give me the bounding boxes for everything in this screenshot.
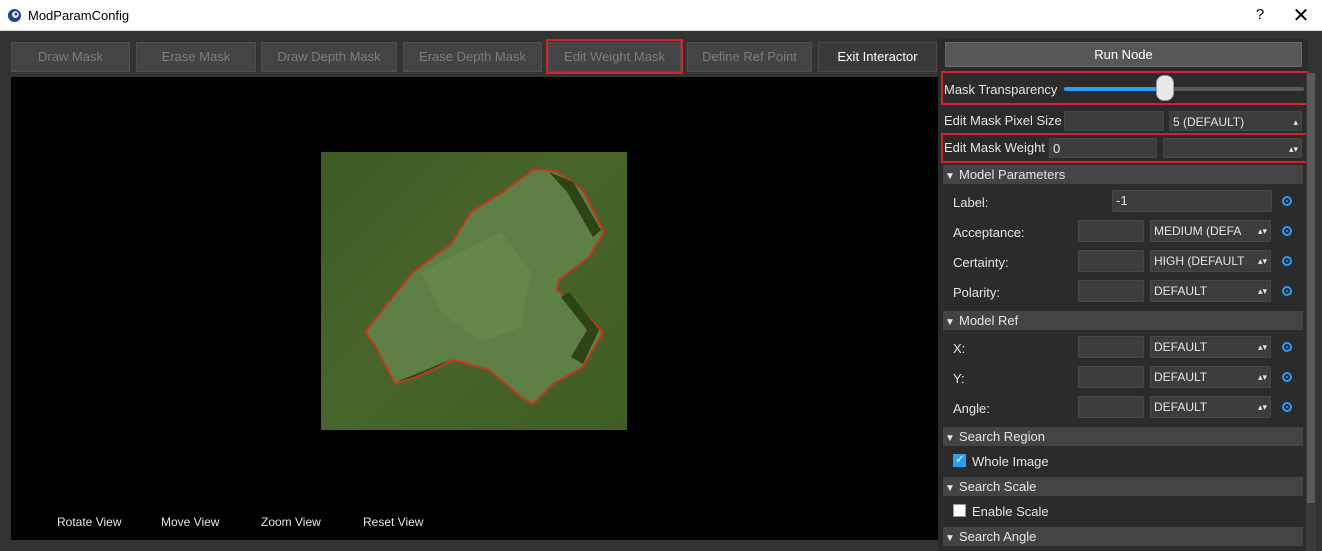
app-logo-icon [7, 8, 22, 23]
zoom-view-button[interactable]: Zoom View [261, 515, 321, 529]
triangle-down-icon: ▼ [945, 317, 955, 328]
enable-scale-label: Enable Scale [972, 504, 1049, 519]
section-title: Search Region [959, 429, 1045, 444]
label-param-input[interactable]: -1 [1112, 190, 1272, 212]
highlight-mask-transparency [941, 71, 1308, 105]
section-search-angle[interactable]: ▼ Search Angle [943, 527, 1303, 546]
3d-viewport[interactable]: Rotate View Move View Zoom View Reset Vi… [11, 77, 938, 540]
certainty-link-icon[interactable] [1282, 256, 1292, 266]
label-param-label: Label: [953, 195, 989, 210]
y-label: Y: [953, 371, 965, 386]
polarity-label: Polarity: [953, 285, 1000, 300]
panel-scrollbar[interactable] [1306, 73, 1316, 551]
section-title: Model Parameters [959, 167, 1066, 182]
erase-depth-mask-button[interactable]: Erase Depth Mask [403, 42, 542, 72]
x-select-value: DEFAULT [1154, 340, 1208, 354]
whole-image-checkbox[interactable] [953, 452, 966, 467]
section-title: Model Ref [959, 313, 1019, 328]
whole-image-label: Whole Image [972, 454, 1049, 469]
x-link-icon[interactable] [1282, 342, 1292, 352]
angle-input[interactable] [1078, 396, 1144, 418]
updown-arrow-icon: ▴▾ [1257, 342, 1267, 352]
y-select[interactable]: DEFAULT ▴▾ [1150, 366, 1271, 388]
weight-mask-overlay [363, 167, 606, 406]
angle-label: Angle: [953, 401, 990, 416]
section-search-scale[interactable]: ▼ Search Scale [943, 477, 1303, 496]
polarity-link-icon[interactable] [1282, 286, 1292, 296]
rotate-view-button[interactable]: Rotate View [57, 515, 121, 529]
enable-scale-checkbox[interactable] [953, 504, 966, 517]
x-input[interactable] [1078, 336, 1144, 358]
updown-arrow-icon: ▴▾ [1257, 286, 1267, 296]
exit-interactor-button[interactable]: Exit Interactor [818, 42, 937, 72]
acceptance-input[interactable] [1078, 220, 1144, 242]
section-title: Search Angle [959, 529, 1037, 544]
triangle-down-icon: ▼ [945, 483, 955, 494]
acceptance-label: Acceptance: [953, 225, 1025, 240]
section-title: Search Scale [959, 479, 1037, 494]
y-select-value: DEFAULT [1154, 370, 1208, 384]
parameter-panel: Run Node Mask Transparency Edit Mask Pix… [938, 39, 1308, 551]
move-view-button[interactable]: Move View [161, 515, 219, 529]
certainty-select[interactable]: HIGH (DEFAULT ▴▾ [1150, 250, 1271, 272]
label-link-icon[interactable] [1282, 196, 1292, 206]
y-link-icon[interactable] [1282, 372, 1292, 382]
draw-mask-button[interactable]: Draw Mask [11, 42, 130, 72]
erase-mask-button[interactable]: Erase Mask [136, 42, 256, 72]
draw-depth-mask-button[interactable]: Draw Depth Mask [261, 42, 397, 72]
section-search-region[interactable]: ▼ Search Region [943, 427, 1303, 446]
triangle-down-icon: ▼ [945, 533, 955, 544]
edit-mask-pixel-size-label: Edit Mask Pixel Size [944, 113, 1062, 128]
certainty-label: Certainty: [953, 255, 1009, 270]
close-button[interactable]: ✕ [1288, 3, 1314, 28]
updown-arrow-icon: ▴▾ [1257, 226, 1267, 236]
section-model-ref[interactable]: ▼ Model Ref [943, 311, 1303, 330]
x-select[interactable]: DEFAULT ▴▾ [1150, 336, 1271, 358]
y-input[interactable] [1078, 366, 1144, 388]
certainty-input[interactable] [1078, 250, 1144, 272]
run-node-button[interactable]: Run Node [945, 42, 1302, 67]
help-button[interactable]: ? [1250, 6, 1270, 23]
pixel-size-select-value: 5 (DEFAULT) [1173, 115, 1245, 129]
pixel-size-input[interactable] [1064, 111, 1164, 131]
highlight-edit-weight-mask [546, 39, 683, 74]
certainty-select-value: HIGH (DEFAULT [1154, 254, 1245, 268]
section-model-parameters[interactable]: ▼ Model Parameters [943, 165, 1303, 184]
define-ref-point-button[interactable]: Define Ref Point [687, 42, 812, 72]
acceptance-select-value: MEDIUM (DEFA [1154, 224, 1242, 238]
scrollbar-thumb[interactable] [1307, 73, 1315, 503]
acceptance-link-icon[interactable] [1282, 226, 1292, 236]
polarity-select[interactable]: DEFAULT ▴▾ [1150, 280, 1271, 302]
polarity-select-value: DEFAULT [1154, 284, 1208, 298]
reset-view-button[interactable]: Reset View [363, 515, 423, 529]
updown-arrow-icon: ▴▾ [1257, 402, 1267, 412]
pixel-size-select[interactable]: 5 (DEFAULT) ▴▾ [1169, 111, 1302, 131]
main-area: Draw Mask Erase Mask Draw Depth Mask Era… [0, 31, 1322, 551]
updown-arrow-icon: ▴▾ [1257, 372, 1267, 382]
x-label: X: [953, 341, 966, 356]
updown-arrow-icon: ▴▾ [1257, 256, 1267, 266]
angle-select[interactable]: DEFAULT ▴▾ [1150, 396, 1271, 418]
acceptance-select[interactable]: MEDIUM (DEFA ▴▾ [1150, 220, 1271, 242]
triangle-down-icon: ▼ [945, 433, 955, 444]
highlight-mask-weight [941, 133, 1308, 163]
depth-image [321, 152, 627, 430]
window-title: ModParamConfig [28, 8, 130, 23]
angle-link-icon[interactable] [1282, 402, 1292, 412]
angle-select-value: DEFAULT [1154, 400, 1208, 414]
title-bar: ModParamConfig ? ✕ [0, 0, 1322, 31]
triangle-down-icon: ▼ [945, 171, 955, 182]
updown-arrow-icon: ▴▾ [1293, 117, 1298, 127]
polarity-input[interactable] [1078, 280, 1144, 302]
